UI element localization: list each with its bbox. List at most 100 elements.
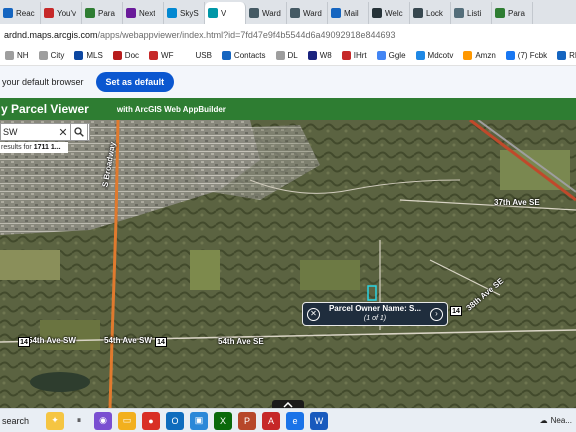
bookmark-item[interactable]: Doc (108, 51, 144, 60)
tab-favicon-icon (249, 8, 259, 18)
bookmark-favicon-icon (275, 51, 285, 60)
tab-favicon-icon (413, 8, 423, 18)
bookmark-label: (7) Fcbk (517, 51, 548, 60)
search-results-summary[interactable]: results for 1711 1... (0, 142, 68, 153)
app-title: y Parcel Viewer (1, 102, 89, 116)
bookmark-item[interactable]: MLS (69, 51, 107, 60)
weather-text: Nea... (550, 416, 572, 425)
browser-tab[interactable]: SkyS (164, 2, 205, 24)
bookmark-item[interactable]: W8 (303, 51, 337, 60)
route-shield-left: 14 (18, 337, 30, 347)
acrobat-icon[interactable]: A (262, 411, 280, 430)
bookmark-label: Amzn (475, 51, 496, 60)
bookmark-item[interactable]: NH (0, 51, 34, 60)
tab-label: Reac (16, 8, 35, 18)
banner-message: your default browser (2, 77, 84, 87)
bookmark-favicon-icon (183, 51, 193, 60)
app-subtitle: with ArcGIS Web AppBuilder (116, 104, 226, 114)
copilot-icon[interactable]: ◉ (94, 411, 112, 430)
file-explorer-icon[interactable]: ▭ (118, 411, 136, 430)
weather-icon: ☁ (539, 416, 548, 425)
set-default-button[interactable]: Set as default (95, 72, 175, 92)
bookmark-item[interactable]: DL (271, 51, 303, 60)
powerpoint-icon[interactable]: P (238, 411, 256, 430)
bookmark-item[interactable]: Mdcotv (411, 51, 459, 60)
chrome-icon[interactable]: ● (142, 411, 160, 430)
road-label-54th-ave-sw-left: 54th Ave SW (28, 336, 76, 345)
tab-favicon-icon (290, 8, 300, 18)
tab-label: Lock (426, 8, 443, 18)
bookmark-favicon-icon (376, 51, 386, 60)
road-label-54th-ave-sw: 54th Ave SW (104, 336, 152, 345)
outlook-icon[interactable]: O (166, 411, 184, 430)
tab-favicon-icon (167, 8, 177, 18)
browser-tab[interactable]: Lock (410, 2, 451, 24)
next-feature-icon[interactable]: › (430, 307, 443, 321)
browser-tab[interactable]: Para (492, 2, 533, 24)
excel-icon[interactable]: X (214, 411, 232, 430)
popup-title[interactable]: Parcel Owner Name: S... (324, 304, 426, 314)
bookmarks-bar: NH City MLS Doc WF USB Contacts DL W8 IHrt Ggle Mdc… (0, 46, 576, 66)
browser-tab[interactable]: Ward (246, 2, 287, 24)
store-icon[interactable]: ▣ (190, 411, 208, 430)
bookmark-item[interactable]: Amzn (458, 51, 500, 60)
tab-label: V (221, 8, 227, 18)
bookmark-item[interactable]: RPR (552, 51, 576, 60)
weather-widget[interactable]: ☁ Nea... (540, 416, 576, 425)
bookmark-favicon-icon (557, 51, 567, 60)
bookmark-item[interactable]: USB (178, 51, 216, 60)
bookmark-item[interactable]: City (34, 51, 70, 60)
browser-tab[interactable]: V (205, 2, 246, 24)
bookmark-item[interactable]: Ggle (372, 51, 411, 60)
task-view-icon[interactable]: ⏸ (70, 412, 88, 430)
bookmark-label: USB (195, 51, 212, 60)
browser-tab[interactable]: Welc (369, 2, 410, 24)
word-icon[interactable]: W (310, 411, 328, 430)
tab-label: Next (139, 8, 156, 18)
address-bar[interactable]: ardnd.maps.arcgis.com /apps/webappviewer… (0, 24, 576, 46)
edge-icon[interactable]: e (286, 411, 304, 430)
road-label-54th-ave-se: 54th Ave SE (218, 337, 264, 346)
tab-favicon-icon (44, 8, 54, 18)
widgets-icon[interactable]: ✦ (46, 411, 64, 430)
route-shield-mid: 14 (155, 337, 167, 347)
bookmark-favicon-icon (149, 51, 159, 60)
tab-label: SkyS (180, 8, 199, 18)
bookmark-item[interactable]: Contacts (217, 51, 271, 60)
bookmark-label: NH (17, 51, 29, 60)
browser-tab[interactable]: Ward (287, 2, 328, 24)
browser-tab[interactable]: Next (123, 2, 164, 24)
bookmark-item[interactable]: (7) Fcbk (501, 51, 552, 60)
browser-tab-strip: Reac You'v Para Next SkyS V Ward Ward Mail Welc Lo… (0, 0, 576, 24)
tab-favicon-icon (85, 8, 95, 18)
tab-label: Para (98, 8, 115, 18)
bookmark-item[interactable]: IHrt (337, 51, 372, 60)
tab-favicon-icon (208, 8, 218, 18)
bookmark-label: City (50, 51, 65, 60)
bookmark-favicon-icon (221, 51, 231, 60)
browser-tab[interactable]: Listi (451, 2, 492, 24)
browser-tab[interactable]: Reac (0, 2, 41, 24)
bookmark-favicon-icon (415, 51, 425, 60)
bookmark-favicon-icon (341, 51, 351, 60)
tab-label: Para (508, 8, 525, 18)
clear-search-icon[interactable]: ✕ (57, 126, 69, 139)
browser-tab[interactable]: Para (82, 2, 123, 24)
bookmark-item[interactable]: WF (144, 51, 178, 60)
bookmark-favicon-icon (5, 51, 14, 60)
bookmark-favicon-icon (112, 51, 122, 60)
close-popup-icon[interactable]: ✕ (307, 307, 320, 321)
browser-tab[interactable]: Mail (328, 2, 369, 24)
tab-label: Ward (303, 8, 322, 18)
road-label-37th-ave-se: 37th Ave SE (494, 198, 540, 207)
bookmark-label: MLS (86, 51, 103, 60)
taskbar-search[interactable]: search (0, 416, 46, 426)
bookmark-label: RPR (569, 51, 576, 60)
bookmark-favicon-icon (74, 51, 84, 60)
map-view[interactable]: 54th Ave SW 54th Ave SW 54th Ave SE 37th… (0, 120, 576, 408)
parcel-popup: ✕ Parcel Owner Name: S... (1 of 1) › (302, 302, 448, 326)
search-button[interactable] (70, 123, 88, 141)
browser-tab[interactable]: You'v (41, 2, 82, 24)
tab-label: Mail (344, 8, 359, 18)
address-path: /apps/webappviewer/index.html?id=7fd47e9… (97, 30, 396, 40)
